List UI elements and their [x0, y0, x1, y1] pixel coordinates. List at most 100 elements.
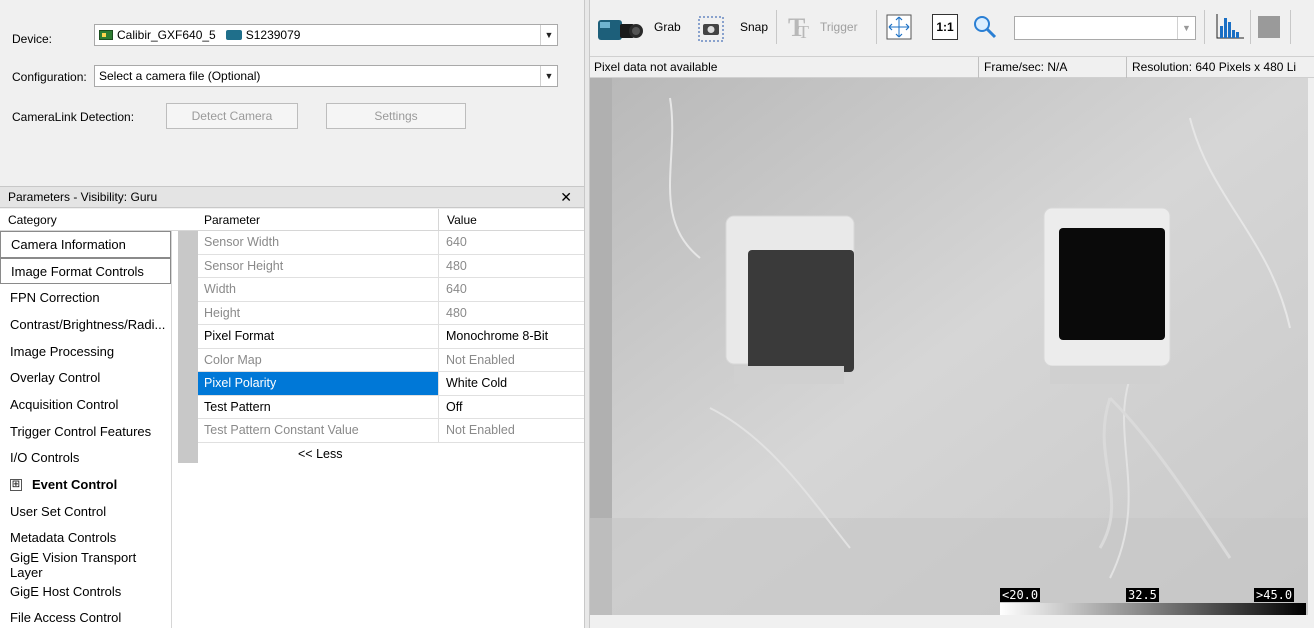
parameter-value: 640 [446, 235, 467, 249]
parameter-value[interactable]: White Cold [446, 376, 507, 390]
parameter-value: 480 [446, 258, 467, 273]
category-item[interactable]: Image Format Controls [0, 257, 171, 285]
parameter-row[interactable]: Sensor Width 640 [198, 231, 584, 255]
device-name: Calibir_GXF640_5 [117, 28, 216, 42]
parameter-value: 480 [446, 305, 467, 320]
camera-icon[interactable] [596, 12, 646, 44]
snap-label[interactable]: Snap [740, 20, 768, 34]
parameter-row[interactable]: Color Map Not Enabled [198, 348, 584, 372]
parameter-row[interactable]: Height 480 [198, 301, 584, 325]
parameter-name: Color Map [204, 352, 262, 367]
category-label: GigE Vision Transport Layer [10, 549, 137, 580]
pixel-status: Pixel data not available [594, 60, 718, 74]
category-label: Metadata Controls [10, 530, 117, 546]
category-item[interactable]: Acquisition Control [0, 391, 171, 418]
parameter-row[interactable]: Test Pattern Constant Value Not Enabled [198, 419, 584, 443]
thermal-image-view[interactable]: <20.0 32.5 >45.0 [590, 78, 1308, 615]
stop-icon[interactable] [1258, 16, 1280, 38]
configuration-value: Select a camera file (Optional) [99, 69, 261, 83]
category-item[interactable]: FPN Correction [0, 284, 171, 311]
trigger-label[interactable]: Trigger [820, 20, 858, 34]
category-item[interactable]: Metadata Controls [0, 525, 171, 552]
chevron-down-icon[interactable]: ▼ [540, 66, 557, 86]
configuration-dropdown[interactable]: Select a camera file (Optional) ▼ [94, 65, 558, 87]
category-label: I/O Controls [10, 450, 80, 466]
category-item[interactable]: User Set Control [0, 498, 171, 525]
parameter-grid-header: Parameter Value [172, 209, 584, 231]
scale-min-label: <20.0 [1000, 588, 1041, 602]
parameter-name: Sensor Height [204, 258, 284, 273]
cameralink-label: CameraLink Detection: [12, 110, 135, 124]
scale-max-label: >45.0 [1254, 588, 1295, 602]
image-bottom-bar [590, 615, 1314, 628]
toolbar: Grab Snap T T Trigger 1:1 ▼ [590, 0, 1314, 56]
parameter-grid: Parameter Value Sensor Width 640 Sensor He… [172, 209, 584, 628]
parameter-value: Not Enabled [446, 423, 515, 437]
category-item[interactable]: I/O Controls [0, 445, 171, 472]
category-item[interactable]: ⊞ Event Control [0, 471, 171, 498]
category-item[interactable]: Image Processing [0, 338, 171, 365]
svg-text:T: T [798, 22, 809, 42]
parameter-column-header[interactable]: Parameter [204, 213, 260, 227]
category-label: Image Processing [10, 343, 115, 359]
category-item[interactable]: Contrast/Brightness/Radi... [0, 311, 171, 338]
category-label: Image Format Controls [11, 263, 144, 279]
category-label: FPN Correction [10, 290, 100, 306]
scale-mid-label: 32.5 [1126, 588, 1159, 602]
zoom-dropdown[interactable]: ▼ [1014, 16, 1196, 40]
fit-to-window-icon[interactable] [886, 14, 912, 40]
parameter-name: Height [204, 305, 241, 320]
parameter-name: Test Pattern [204, 399, 271, 414]
chevron-down-icon[interactable]: ▼ [540, 25, 557, 45]
category-label: Acquisition Control [10, 396, 119, 412]
parameter-value: Not Enabled [446, 352, 515, 367]
parameter-name: Test Pattern Constant Value [204, 423, 359, 437]
close-icon[interactable]: ✕ [560, 189, 572, 206]
category-label: Trigger Control Features [10, 423, 152, 439]
actual-size-button[interactable]: 1:1 [932, 14, 958, 40]
device-serial: S1239079 [245, 28, 301, 42]
status-bar: Pixel data not available Frame/sec: N/A … [590, 56, 1314, 79]
chevron-down-icon[interactable]: ▼ [1177, 17, 1195, 39]
category-item[interactable]: Trigger Control Features [0, 418, 171, 445]
grab-label[interactable]: Grab [654, 20, 681, 34]
category-item[interactable]: GigE Vision Transport Layer [0, 549, 171, 580]
parameter-row[interactable]: Pixel Format Monochrome 8-Bit [198, 325, 584, 349]
category-item[interactable]: GigE Host Controls [0, 578, 171, 605]
category-label: Camera Information [11, 236, 126, 252]
category-item[interactable]: Camera Information [0, 231, 171, 258]
parameter-name: Pixel Format [204, 329, 275, 343]
category-label: Event Control [32, 477, 118, 493]
parameter-row[interactable]: Sensor Height 480 [198, 254, 584, 278]
category-label: File Access Control [10, 610, 122, 626]
less-link[interactable]: << Less [298, 447, 342, 461]
expand-icon[interactable]: ⊞ [10, 478, 22, 491]
device-board-icon [99, 30, 113, 40]
parameter-value[interactable]: Monochrome 8-Bit [446, 329, 548, 343]
category-item[interactable]: File Access Control [0, 605, 171, 628]
parameter-value[interactable]: Off [446, 400, 462, 414]
parameter-row[interactable]: Pixel Polarity White Cold [198, 372, 584, 396]
value-column-header[interactable]: Value [447, 213, 477, 227]
resolution-status: Resolution: 640 Pixels x 480 Li [1132, 60, 1297, 74]
category-item[interactable]: Overlay Control [0, 364, 171, 391]
parameters-panel-header: Parameters - Visibility: Guru ✕ [0, 186, 584, 208]
parameter-row[interactable]: Width 640 [198, 278, 584, 302]
zoom-icon[interactable] [972, 14, 998, 40]
device-dropdown[interactable]: Calibir_GXF640_5 S1239079 ▼ [94, 24, 558, 46]
parameters-panel-title: Parameters - Visibility: Guru [8, 190, 158, 204]
category-list: Camera Information Image Format Controls F… [0, 231, 172, 628]
trigger-icon[interactable]: T T [786, 12, 816, 42]
snap-camera-icon[interactable] [698, 16, 724, 42]
category-label: User Set Control [10, 503, 107, 519]
category-label: Overlay Control [10, 370, 101, 386]
category-column-header: Category [0, 209, 172, 231]
category-label: GigE Host Controls [10, 583, 122, 599]
thermal-image [590, 78, 1308, 615]
detect-camera-button[interactable]: Detect Camera [166, 103, 298, 129]
fps-status: Frame/sec: N/A [984, 60, 1068, 74]
parameter-row[interactable]: Test Pattern Off [198, 395, 584, 419]
parameter-name: Pixel Polarity [204, 376, 277, 390]
settings-button[interactable]: Settings [326, 103, 466, 129]
histogram-icon[interactable] [1214, 12, 1246, 42]
